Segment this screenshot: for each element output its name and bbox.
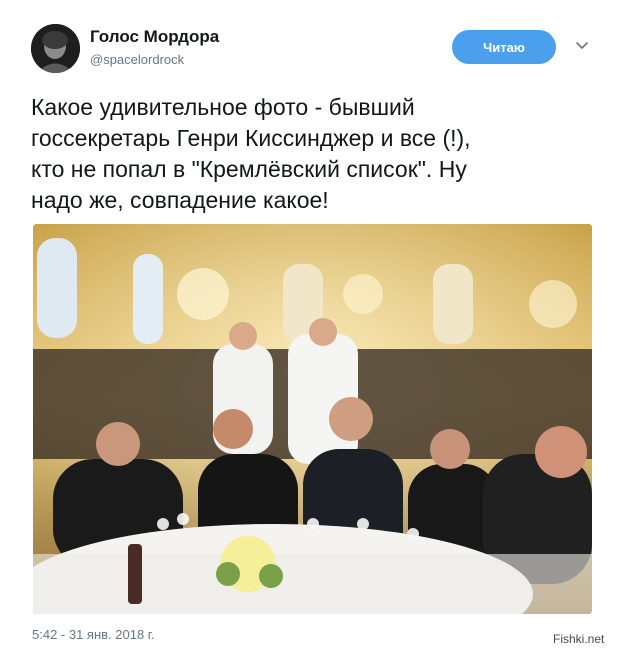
author-handle[interactable]: @spacelordrock bbox=[90, 52, 184, 67]
tweet-timestamp[interactable]: 5:42 - 31 янв. 2018 г. bbox=[32, 627, 155, 642]
watermark: Fishki.net bbox=[553, 632, 605, 646]
tweet-photo[interactable] bbox=[33, 224, 592, 614]
follow-button[interactable]: Читаю bbox=[452, 30, 556, 64]
author-avatar[interactable] bbox=[31, 24, 80, 73]
tweet-card: Голос Мордора @spacelordrock Читаю Какое… bbox=[0, 0, 626, 654]
chevron-down-icon[interactable] bbox=[574, 38, 590, 54]
tweet-text-line: госсекретарь Генри Киссинджер и все (!), bbox=[31, 125, 471, 151]
tweet-text-line: кто не попал в "Кремлёвский список". Ну bbox=[31, 156, 467, 182]
author-name[interactable]: Голос Мордора bbox=[90, 27, 219, 47]
tweet-text: Какое удивительное фото - бывший госсекр… bbox=[31, 92, 601, 216]
tweet-text-line: надо же, совпадение какое! bbox=[31, 187, 329, 213]
tweet-text-line: Какое удивительное фото - бывший bbox=[31, 94, 415, 120]
